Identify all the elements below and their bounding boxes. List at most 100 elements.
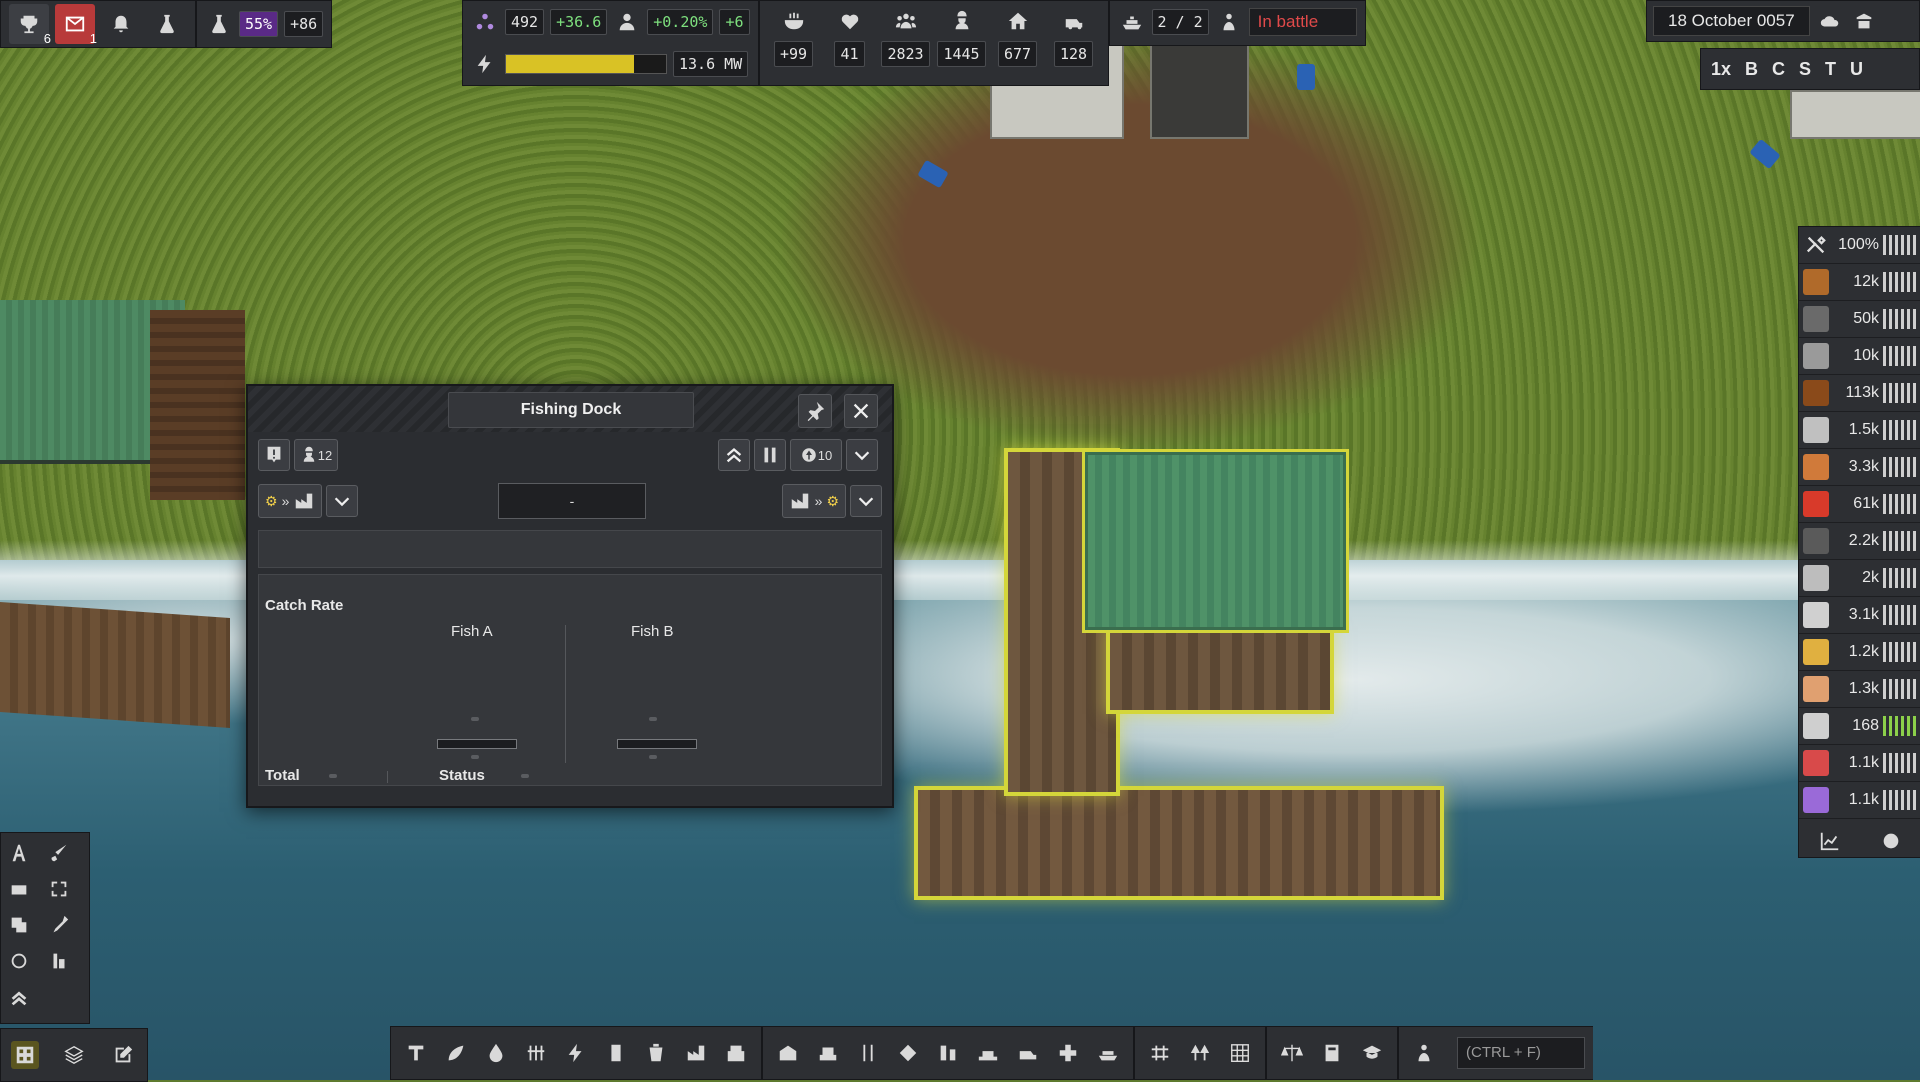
vehicles-stat[interactable]: 128 xyxy=(1046,1,1102,67)
output-recipe-button[interactable]: » ⚙ xyxy=(781,484,846,518)
resource-row[interactable]: 2k xyxy=(1799,560,1920,597)
storage-icon[interactable] xyxy=(771,1036,805,1070)
captain-office-icon[interactable] xyxy=(1850,7,1878,35)
priority-button[interactable]: 10 xyxy=(790,439,842,471)
docks-icon[interactable] xyxy=(971,1036,1005,1070)
pause-button[interactable] xyxy=(754,439,786,471)
metallurgy-icon[interactable] xyxy=(679,1036,713,1070)
water-icon[interactable] xyxy=(479,1036,513,1070)
transports-icon[interactable] xyxy=(1143,1036,1177,1070)
pin-button[interactable] xyxy=(798,394,832,428)
resource-row[interactable]: 1.1k xyxy=(1799,782,1920,819)
vehicles-depot-icon[interactable] xyxy=(1011,1036,1045,1070)
brush-tool-icon[interactable] xyxy=(45,839,73,867)
pipes-icon[interactable] xyxy=(931,1036,965,1070)
layers-icon[interactable] xyxy=(60,1041,88,1069)
medical-icon[interactable] xyxy=(1051,1036,1085,1070)
transport-icon[interactable] xyxy=(811,1036,845,1070)
worker-map-icon[interactable] xyxy=(1407,1036,1441,1070)
window-title-bar[interactable]: Fishing Dock xyxy=(248,386,892,432)
weather-cloud-icon[interactable] xyxy=(1816,7,1844,35)
alerts-button[interactable] xyxy=(101,4,141,44)
copy-tool-icon[interactable] xyxy=(5,911,33,939)
resource-row[interactable]: 50k xyxy=(1799,301,1920,338)
input-recipe-button[interactable]: ⚙ » xyxy=(258,484,323,518)
trees-icon[interactable] xyxy=(1183,1036,1217,1070)
corner-building[interactable] xyxy=(1790,90,1920,139)
resource-row[interactable]: 61k xyxy=(1799,486,1920,523)
resource-row[interactable]: 168 xyxy=(1799,708,1920,745)
speed-key-u[interactable]: U xyxy=(1850,59,1863,80)
fishing-dock-deck[interactable] xyxy=(1110,630,1330,710)
demolish-tool-icon[interactable] xyxy=(45,947,73,975)
priority-dropdown[interactable] xyxy=(846,439,878,471)
search-input[interactable]: (CTRL + F) xyxy=(1457,1037,1585,1069)
left-pier[interactable] xyxy=(0,601,230,729)
mining-icon[interactable] xyxy=(399,1036,433,1070)
resource-row[interactable]: 12k xyxy=(1799,264,1920,301)
alert-toggle-button[interactable] xyxy=(258,439,290,471)
waste-icon[interactable] xyxy=(639,1036,673,1070)
speed-key-t[interactable]: T xyxy=(1825,59,1836,80)
input-dropdown[interactable] xyxy=(326,485,359,517)
power-icon[interactable] xyxy=(559,1036,593,1070)
maintenance-row[interactable]: 100% xyxy=(1799,227,1920,264)
unity-row[interactable]: 492 +36.6 +0.20% +6 xyxy=(463,1,758,43)
power-row[interactable]: 13.6 MW xyxy=(463,43,758,85)
clear-tool-icon[interactable] xyxy=(5,947,33,975)
resource-row[interactable]: 3.1k xyxy=(1799,597,1920,634)
belts-icon[interactable] xyxy=(851,1036,885,1070)
education-icon[interactable] xyxy=(1355,1036,1389,1070)
speed-key-b[interactable]: B xyxy=(1745,59,1758,80)
workers-stat[interactable]: 1445 xyxy=(934,1,990,67)
health-stat[interactable]: 41 xyxy=(822,1,878,67)
farming-icon[interactable] xyxy=(439,1036,473,1070)
resource-row[interactable]: 1.5k xyxy=(1799,412,1920,449)
balance-icon[interactable] xyxy=(1275,1036,1309,1070)
calculator-icon[interactable] xyxy=(1315,1036,1349,1070)
resource-row[interactable]: 2.2k xyxy=(1799,523,1920,560)
messages-button[interactable]: 1 xyxy=(55,4,97,46)
pipette-tool-icon[interactable] xyxy=(45,911,73,939)
select-tool-icon[interactable] xyxy=(45,875,73,903)
resource-row[interactable]: 113k xyxy=(1799,375,1920,412)
workers-button[interactable]: 12 xyxy=(294,439,338,471)
shipyard-icon[interactable] xyxy=(1091,1036,1125,1070)
fishing-dock-pier[interactable] xyxy=(918,790,1440,896)
research-group[interactable]: 55% +86 xyxy=(196,0,333,48)
fishing-dock-roof[interactable] xyxy=(1085,452,1346,630)
arrow-icon: » xyxy=(814,493,823,509)
build-menu-icon[interactable] xyxy=(11,1041,40,1069)
upgrade-button[interactable] xyxy=(718,439,750,471)
recipe-field[interactable]: - xyxy=(498,483,646,519)
research-lab-button[interactable] xyxy=(147,4,187,44)
resource-row[interactable]: 1.3k xyxy=(1799,671,1920,708)
speed-key-c[interactable]: C xyxy=(1772,59,1785,80)
housing-stat[interactable]: 677 xyxy=(990,1,1046,67)
balancer-icon[interactable] xyxy=(891,1036,925,1070)
output-dropdown[interactable] xyxy=(850,485,882,517)
food-production-icon[interactable] xyxy=(519,1036,553,1070)
edit-icon[interactable] xyxy=(109,1041,137,1069)
terrain-icon[interactable] xyxy=(1223,1036,1257,1070)
resource-row[interactable]: 1.1k xyxy=(1799,745,1920,782)
fleet-row[interactable]: 2 / 2 In battle xyxy=(1110,1,1365,43)
resource-row[interactable]: 10k xyxy=(1799,338,1920,375)
resource-row[interactable]: 3.3k xyxy=(1799,449,1920,486)
manufacturing-icon[interactable] xyxy=(719,1036,753,1070)
resource-row[interactable]: 1.2k xyxy=(1799,634,1920,671)
fish-divider xyxy=(565,625,566,763)
text-tool-icon[interactable] xyxy=(5,839,33,867)
toggle-icon[interactable] xyxy=(1877,827,1905,855)
cut-tool-icon[interactable] xyxy=(5,875,33,903)
upgrade-tool-icon[interactable] xyxy=(5,983,33,1011)
speed-key-s[interactable]: S xyxy=(1799,59,1811,80)
close-button[interactable] xyxy=(844,394,878,428)
chart-icon[interactable] xyxy=(1816,827,1844,855)
achievements-button[interactable]: 6 xyxy=(9,4,51,46)
population-stat[interactable]: 2823 xyxy=(878,1,934,67)
chemicals-icon[interactable] xyxy=(599,1036,633,1070)
power-bar xyxy=(505,54,667,74)
speed-indicator[interactable]: 1x xyxy=(1711,59,1731,80)
food-stat[interactable]: +99 xyxy=(766,1,822,67)
